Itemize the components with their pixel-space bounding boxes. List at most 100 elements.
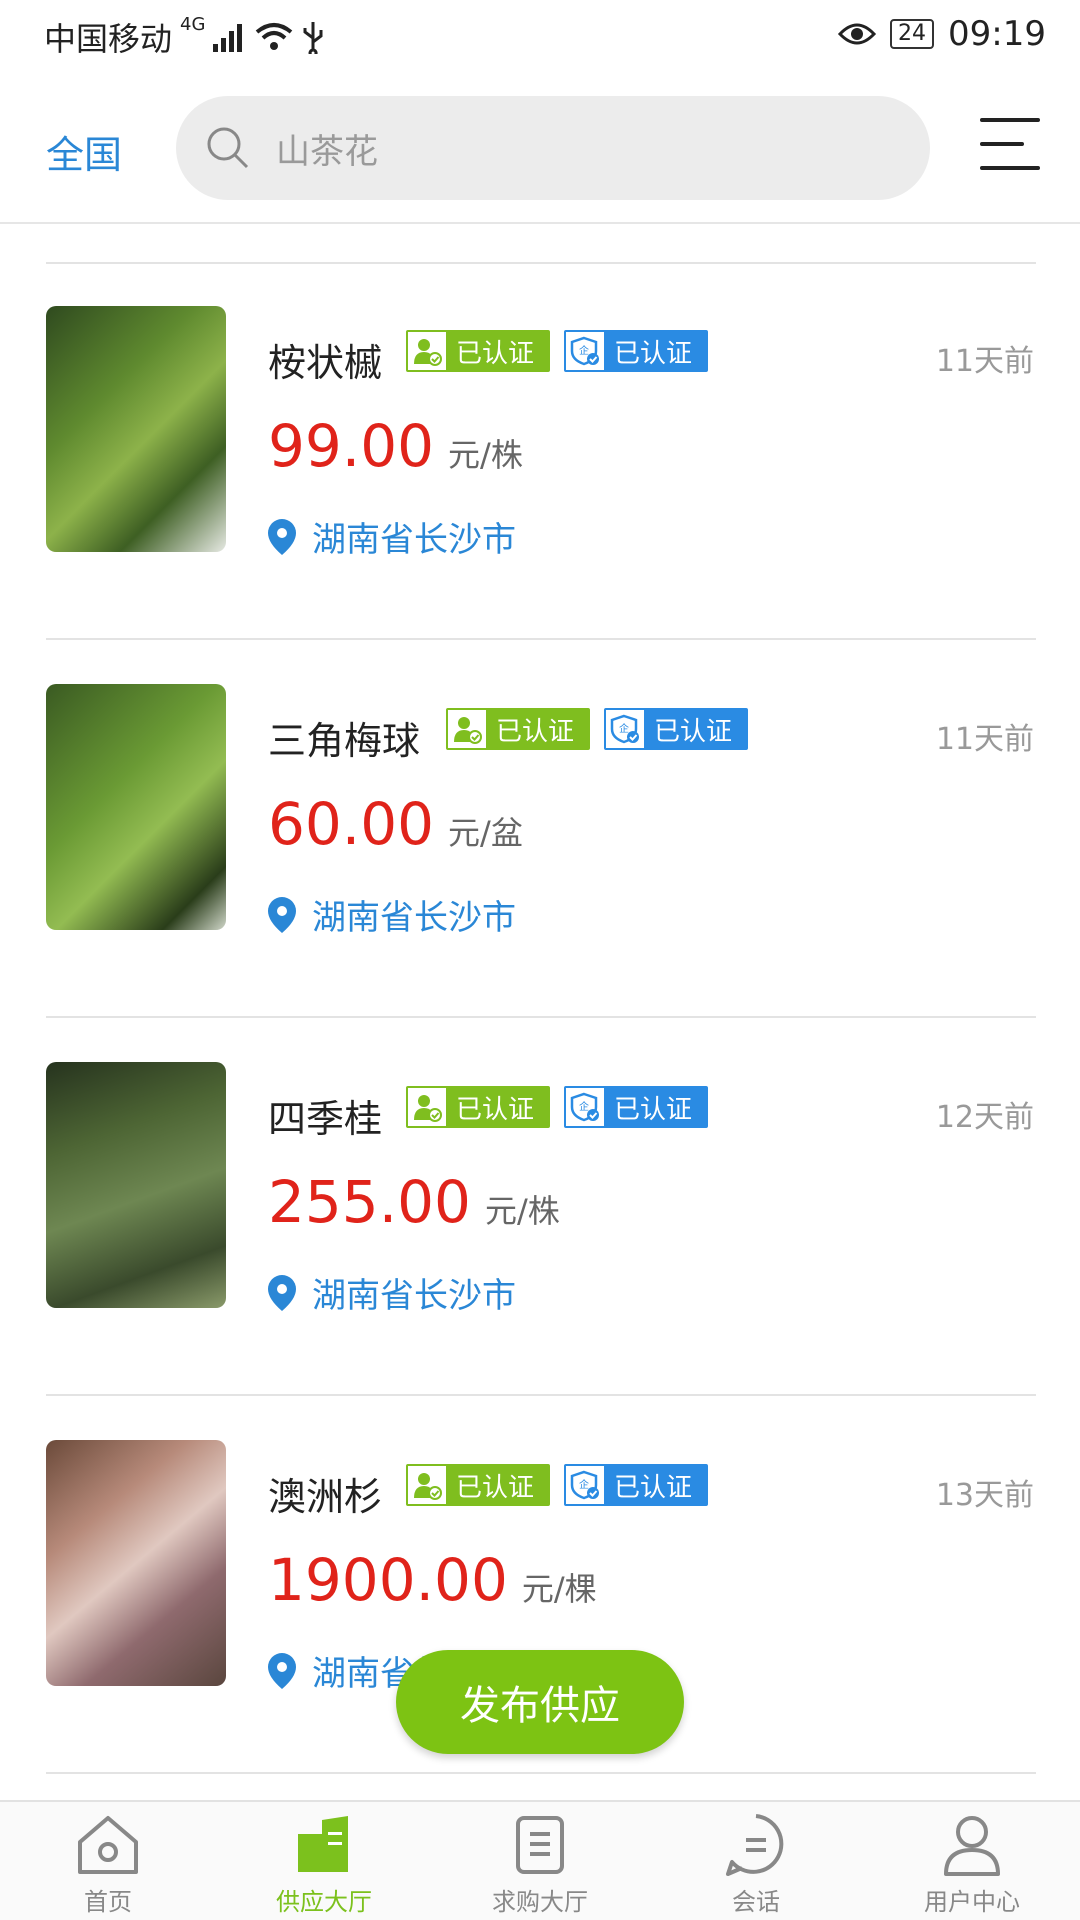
status-bar: 中国移动 4G 24 09:19: [0, 0, 1080, 74]
tab-label: 首页: [84, 1888, 132, 1916]
person-check-icon: [408, 1088, 446, 1126]
badges: 已认证 企 已认证: [406, 1086, 709, 1128]
company-verified-badge: 企 已认证: [564, 330, 709, 372]
person-check-icon: [408, 1466, 446, 1504]
carrier-name: 中国移动: [44, 20, 173, 58]
home-icon: [78, 1816, 138, 1874]
person-check-icon: [408, 332, 446, 370]
network-type: 4G: [180, 14, 206, 35]
price: 60.00 元/盆: [268, 790, 523, 858]
divider: [46, 1394, 1036, 1396]
price: 99.00 元/株: [268, 412, 523, 480]
tab-label: 求购大厅: [492, 1888, 588, 1916]
eye-icon: [838, 23, 877, 45]
search-placeholder: 山茶花: [276, 131, 378, 172]
svg-text:企: 企: [619, 722, 629, 735]
svg-text:企: 企: [579, 344, 589, 357]
header: 全国 山茶花: [0, 74, 1080, 224]
tab-user-center[interactable]: 用户中心: [864, 1802, 1080, 1920]
menu-icon[interactable]: [980, 118, 1040, 176]
company-verified-badge: 企 已认证: [564, 1086, 709, 1128]
chat-icon: [726, 1814, 784, 1876]
badge-text: 已认证: [614, 1094, 693, 1125]
svg-text:企: 企: [579, 1478, 589, 1491]
product-name: 桉状槭: [268, 341, 383, 385]
signal-icon: [213, 24, 243, 52]
shield-check-icon: 企: [566, 1088, 605, 1126]
tab-label: 用户中心: [924, 1888, 1020, 1916]
shield-check-icon: 企: [566, 332, 605, 370]
location-text: 湖南省长沙市: [312, 1276, 516, 1316]
location-pin-icon: [268, 896, 296, 933]
svg-text:企: 企: [579, 1100, 589, 1113]
post-time: 11天前: [935, 722, 1034, 757]
tab-label: 供应大厅: [276, 1888, 372, 1916]
post-time: 13天前: [935, 1478, 1034, 1513]
search-icon: [207, 127, 249, 169]
price-unit: 元/株: [484, 1192, 560, 1230]
location-pin-icon: [268, 518, 296, 555]
badge-text: 已认证: [456, 1472, 535, 1503]
tab-purchase-hall[interactable]: 求购大厅: [432, 1802, 648, 1920]
badge-text: 已认证: [614, 1472, 693, 1503]
location-pin-icon: [268, 1274, 296, 1311]
personal-verified-badge: 已认证: [446, 708, 591, 750]
price-unit: 元/盆: [448, 814, 523, 852]
divider: [46, 1016, 1036, 1018]
shield-check-icon: 企: [606, 710, 645, 748]
product-name: 澳洲杉: [268, 1475, 383, 1519]
personal-verified-badge: 已认证: [406, 1086, 551, 1128]
product-name: 三角梅球: [268, 719, 421, 763]
status-right: 24 09:19: [838, 14, 1046, 54]
clock: 09:19: [948, 14, 1046, 54]
post-time: 11天前: [935, 344, 1034, 379]
product-image: [46, 1440, 226, 1686]
divider: [46, 638, 1036, 640]
location: 湖南省长沙市: [268, 890, 516, 939]
location-text: 湖南省长沙市: [312, 520, 516, 560]
product-image: [46, 684, 226, 930]
list-item[interactable]: 三角梅球 已认证 企 已认证 11天前 60.00 元/盆 湖南省长沙市: [0, 642, 1080, 1018]
badge-text: 已认证: [456, 1094, 535, 1125]
list-item[interactable]: 四季桂 已认证 企 已认证 12天前 255.00 元/株 湖南省长沙市: [0, 1020, 1080, 1396]
divider: [46, 1772, 1036, 1774]
tab-supply-hall[interactable]: 供应大厅: [216, 1802, 432, 1920]
badge-text: 已认证: [654, 716, 733, 747]
location: 湖南省长沙市: [268, 1268, 516, 1317]
region-selector[interactable]: 全国: [46, 124, 122, 179]
shield-check-icon: 企: [566, 1466, 605, 1504]
person-check-icon: [448, 710, 486, 748]
badges: 已认证 企 已认证: [446, 708, 749, 750]
location: 湖南省长沙市: [268, 512, 516, 561]
supply-hall-icon: [298, 1816, 348, 1872]
purchase-hall-icon: [516, 1816, 564, 1874]
price-value: 1900.00: [268, 1546, 508, 1614]
post-time: 12天前: [935, 1100, 1034, 1135]
bottom-tab-bar: 首页 供应大厅 求购大厅 会话 用户中心: [0, 1800, 1080, 1920]
location-pin-icon: [268, 1652, 296, 1689]
badge-text: 已认证: [456, 338, 535, 369]
tab-chat[interactable]: 会话: [648, 1802, 864, 1920]
company-verified-badge: 企 已认证: [604, 708, 749, 750]
location-text: 湖南省长沙市: [312, 898, 516, 938]
price-unit: 元/棵: [521, 1570, 597, 1608]
publish-supply-button[interactable]: 发布供应: [396, 1650, 684, 1754]
price-unit: 元/株: [448, 436, 523, 474]
product-image: [46, 1062, 226, 1308]
price: 255.00 元/株: [268, 1168, 560, 1236]
status-left: 中国移动 4G: [44, 14, 325, 60]
product-image: [46, 306, 226, 552]
badges: 已认证 企 已认证: [406, 330, 709, 372]
tab-home[interactable]: 首页: [0, 1802, 216, 1920]
product-name: 四季桂: [268, 1097, 383, 1141]
personal-verified-badge: 已认证: [406, 330, 551, 372]
battery-level: 24: [890, 19, 935, 49]
personal-verified-badge: 已认证: [406, 1464, 551, 1506]
list-item[interactable]: 桉状槭 已认证 企 已认证 11天前 99.00 元/株 湖南省长沙市: [0, 264, 1080, 640]
price-value: 255.00: [268, 1168, 471, 1236]
search-bar[interactable]: 山茶花: [176, 96, 930, 200]
company-verified-badge: 企 已认证: [564, 1464, 709, 1506]
badge-text: 已认证: [614, 338, 693, 369]
tab-label: 会话: [732, 1888, 780, 1916]
price: 1900.00 元/棵: [268, 1546, 597, 1614]
